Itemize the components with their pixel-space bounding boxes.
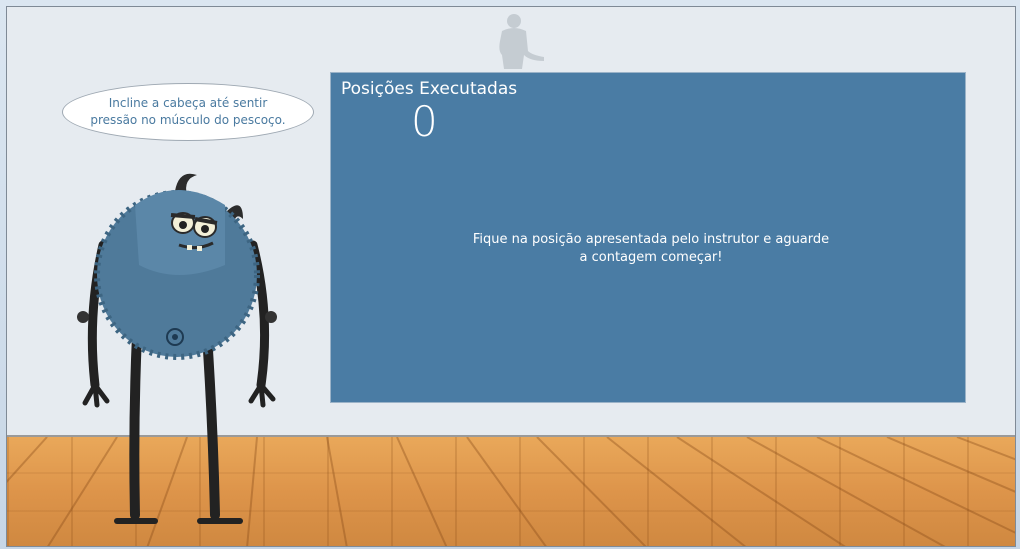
exercise-scene: Incline a cabeça até sentir pressão no m… (6, 6, 1016, 547)
speech-bubble: Incline a cabeça até sentir pressão no m… (62, 83, 314, 141)
speech-bubble-text: Incline a cabeça até sentir pressão no m… (90, 96, 286, 127)
app-window: Incline a cabeça até sentir pressão no m… (0, 0, 1020, 549)
panel-title: Posições Executadas (341, 79, 518, 99)
instruction-message: Fique na posição apresentada pelo instru… (472, 232, 830, 265)
positions-count: 0 (411, 97, 438, 146)
blue-monster-character (77, 173, 277, 524)
positions-panel: Posições Executadas 0 Fique na posição a… (330, 72, 966, 403)
instructor-silhouette-icon (499, 14, 544, 69)
